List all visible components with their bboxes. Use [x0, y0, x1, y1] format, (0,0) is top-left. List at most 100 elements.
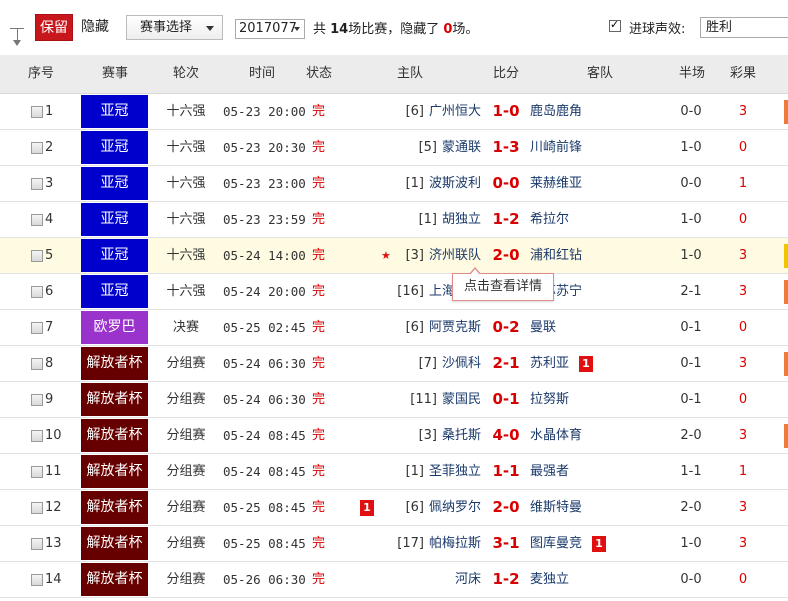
row-checkbox[interactable] [31, 574, 43, 586]
row-index: 9 [45, 392, 54, 407]
away-team-name[interactable]: 曼联 [530, 310, 556, 346]
table-row[interactable]: 9 解放者杯 分组赛 05-24 06:30 完 [11] 蒙国民 0-1 拉努斯 0-1 0 [0, 382, 788, 418]
time-cell: 05-25 02:45 [223, 320, 306, 335]
score-cell[interactable]: 0-0 [490, 166, 522, 202]
league-badge[interactable]: 解放者杯 [81, 527, 148, 560]
away-team-name[interactable]: 苏利亚 [530, 346, 569, 382]
table-row[interactable]: 12 解放者杯 分组赛 05-25 08:45 完 1 [6] 佩纳罗尔 2-0 维斯特曼 2-0 3 [0, 490, 788, 526]
home-team-cell[interactable]: [1] 波斯波利 [406, 166, 481, 202]
row-checkbox[interactable] [31, 322, 43, 334]
row-checkbox[interactable] [31, 250, 43, 262]
row-checkbox[interactable] [31, 394, 43, 406]
league-badge[interactable]: 欧罗巴 [81, 311, 148, 344]
away-team-name[interactable]: 图库曼竞 [530, 526, 582, 562]
lottery-result: 0 [738, 572, 748, 587]
score-cell[interactable]: 2-0 [490, 238, 522, 274]
goal-sound-checkbox[interactable] [609, 18, 621, 32]
status-cell: 完 [312, 356, 326, 371]
away-team-name[interactable]: 拉努斯 [530, 382, 569, 418]
home-team-cell[interactable]: [17] 帕梅拉斯 [397, 526, 481, 562]
row-index: 3 [45, 176, 54, 191]
table-row[interactable]: 14 解放者杯 分组赛 05-26 06:30 完 河床 1-2 麦独立 0-0 0 [0, 562, 788, 598]
home-team-name: 济州联队 [428, 248, 481, 263]
table-row[interactable]: 13 解放者杯 分组赛 05-25 08:45 完 [17] 帕梅拉斯 3-1 图库曼竞 1 1-0… [0, 526, 788, 562]
keep-button[interactable]: 保留 [35, 14, 73, 41]
table-row[interactable]: 5 亚冠 十六强 05-24 14:00 完 ★ [3] 济州联队 2-0 浦和红钻 1-0 3 [0, 238, 788, 274]
away-team-name[interactable]: 莱赫维亚 [530, 166, 582, 202]
away-team-name[interactable]: 麦独立 [530, 562, 569, 598]
table-row[interactable]: 7 欧罗巴 决赛 05-25 02:45 完 [6] 阿贾克斯 0-2 曼联 0-1 0 [0, 310, 788, 346]
row-index: 8 [45, 356, 54, 371]
result-marker [784, 352, 788, 376]
status-cell: 完 [312, 176, 326, 191]
score-cell[interactable]: 2-0 [490, 490, 522, 526]
table-row[interactable]: 6亚冠十六强05-24 20:00完[16]上海上港江苏苏宁2-13 [0, 274, 788, 310]
home-team-cell[interactable]: [1] 胡独立 [419, 202, 481, 238]
league-badge[interactable]: 亚冠 [81, 131, 148, 164]
summary-suffix: 场。 [452, 22, 479, 37]
row-checkbox[interactable] [31, 106, 43, 118]
league-badge[interactable]: 亚冠 [81, 167, 148, 200]
round-cell: 分组赛 [166, 392, 206, 407]
home-rank: [3] [418, 428, 437, 443]
event-select[interactable]: 赛事选择 [126, 15, 223, 40]
league-badge[interactable]: 亚冠 [81, 239, 148, 272]
table-row[interactable]: 2 亚冠 十六强 05-23 20:30 完 [5] 蒙通联 1-3 川崎前锋 1-0 0 [0, 130, 788, 166]
row-checkbox[interactable] [31, 358, 43, 370]
row-checkbox[interactable] [31, 214, 43, 226]
score-cell[interactable]: 0-2 [490, 310, 522, 346]
hide-button[interactable]: 隐藏 [81, 14, 109, 41]
row-checkbox[interactable] [31, 430, 43, 442]
score-cell[interactable]: 1-0 [490, 94, 522, 130]
home-team-cell[interactable]: [6] 广州恒大 [406, 94, 481, 130]
table-row[interactable]: 11 解放者杯 分组赛 05-24 08:45 完 [1] 圣菲独立 1-1 最强者 1-1 1 [0, 454, 788, 490]
league-badge[interactable]: 解放者杯 [81, 491, 148, 524]
league-badge[interactable]: 解放者杯 [81, 383, 148, 416]
away-team-name[interactable]: 希拉尔 [530, 202, 569, 238]
league-badge[interactable]: 解放者杯 [81, 347, 148, 380]
row-checkbox[interactable] [31, 286, 43, 298]
home-team-cell[interactable]: [3] 桑托斯 [419, 418, 481, 454]
score-cell[interactable]: 1-3 [490, 130, 522, 166]
league-badge[interactable]: 解放者杯 [81, 563, 148, 596]
league-badge[interactable]: 亚冠 [81, 95, 148, 128]
league-badge[interactable]: 亚冠 [81, 203, 148, 236]
score-cell[interactable]: 4-0 [490, 418, 522, 454]
home-team-cell[interactable]: [6] 阿贾克斯 [406, 310, 481, 346]
league-badge[interactable]: 亚冠 [81, 275, 148, 308]
away-team-name[interactable]: 水晶体育 [530, 418, 582, 454]
home-team-cell[interactable]: [6] 佩纳罗尔 [406, 490, 481, 526]
row-checkbox[interactable] [31, 466, 43, 478]
period-select[interactable]: 2017077 [235, 19, 305, 39]
league-badge[interactable]: 解放者杯 [81, 419, 148, 452]
away-team-name[interactable]: 鹿岛鹿角 [530, 94, 582, 130]
home-team-cell[interactable]: [5] 蒙通联 [419, 130, 481, 166]
away-team-name[interactable]: 最强者 [530, 454, 569, 490]
score-cell[interactable]: 1-1 [490, 454, 522, 490]
score-cell[interactable]: 1-2 [490, 202, 522, 238]
home-team-cell[interactable]: 河床 [450, 562, 481, 598]
table-row[interactable]: 4 亚冠 十六强 05-23 23:59 完 [1] 胡独立 1-2 希拉尔 1-0 0 [0, 202, 788, 238]
score-cell[interactable]: 3-1 [490, 526, 522, 562]
row-checkbox[interactable] [31, 178, 43, 190]
row-checkbox[interactable] [31, 502, 43, 514]
table-row[interactable]: 8 解放者杯 分组赛 05-24 06:30 完 [7] 沙佩科 2-1 苏利亚 1 0-1 3 [0, 346, 788, 382]
red-card-icon: 1 [360, 500, 374, 516]
table-row[interactable]: 3 亚冠 十六强 05-23 23:00 完 [1] 波斯波利 0-0 莱赫维亚 0-0 1 [0, 166, 788, 202]
home-team-cell[interactable]: [7] 沙佩科 [419, 346, 481, 382]
home-team-cell[interactable]: [1] 圣菲独立 [406, 454, 481, 490]
away-team-name[interactable]: 川崎前锋 [530, 130, 582, 166]
score-cell[interactable]: 2-1 [490, 346, 522, 382]
away-team-name[interactable]: 浦和红钻 [530, 238, 582, 274]
score-cell[interactable]: 1-2 [490, 562, 522, 598]
table-row[interactable]: 1 亚冠 十六强 05-23 20:00 完 [6] 广州恒大 1-0 鹿岛鹿角 0-0 3 [0, 94, 788, 130]
score-cell[interactable]: 0-1 [490, 382, 522, 418]
away-team-name[interactable]: 维斯特曼 [530, 490, 582, 526]
table-row[interactable]: 10 解放者杯 分组赛 05-24 08:45 完 [3] 桑托斯 4-0 水晶体育 2-0 3 [0, 418, 788, 454]
row-index: 7 [45, 320, 54, 335]
home-team-cell[interactable]: [11] 蒙国民 [410, 382, 481, 418]
row-checkbox[interactable] [31, 142, 43, 154]
league-badge[interactable]: 解放者杯 [81, 455, 148, 488]
row-checkbox[interactable] [31, 538, 43, 550]
goal-sound-select[interactable]: 胜利 [700, 17, 788, 38]
